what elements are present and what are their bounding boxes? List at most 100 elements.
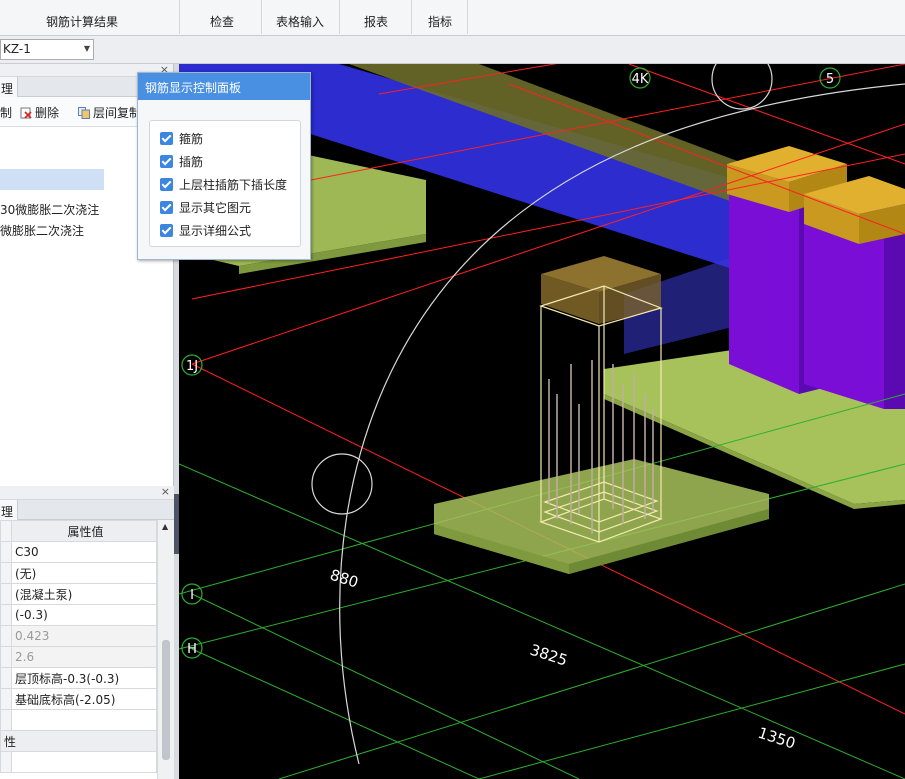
property-value[interactable] bbox=[11, 751, 157, 773]
checkbox-stirrups[interactable]: 箍筋 bbox=[160, 130, 203, 147]
options-box: 箍筋 插筋 上层柱插筋下插长度 显示其它图元 显示详细公式 bbox=[149, 120, 301, 247]
checkbox-checked-icon[interactable] bbox=[160, 201, 173, 214]
dimension-880: 880 bbox=[328, 566, 361, 592]
table-row bbox=[0, 751, 157, 773]
rebar-display-control-panel: 钢筋显示控制面板 箍筋 插筋 上层柱插筋下插长度 显示其它图元 显示详细公式 bbox=[137, 72, 311, 260]
row-stub bbox=[0, 583, 12, 605]
property-value: 2.6 bbox=[11, 646, 157, 668]
checkbox-dowels[interactable]: 插筋 bbox=[160, 153, 203, 170]
ribbon: 钢筋计算结果 检查 表格输入 报表 指标 bbox=[0, 0, 905, 36]
ribbon-group-indicators[interactable]: 指标 bbox=[412, 0, 468, 34]
list-item[interactable]: 微膨胀二次浇注 bbox=[0, 222, 84, 239]
chevron-down-icon: ▼ bbox=[83, 44, 90, 53]
section-label[interactable]: 性 bbox=[0, 730, 157, 752]
scroll-up-icon[interactable]: ▲ bbox=[162, 522, 168, 531]
tab-label: 理 bbox=[1, 505, 14, 519]
table-header-row: 属性值 bbox=[0, 520, 157, 542]
properties-panel: × 理 属性值 C30 (无) (混凝土泵) (-0.3) 0.423 2.6 … bbox=[0, 485, 174, 779]
column-header-value: 属性值 bbox=[11, 520, 157, 542]
close-icon[interactable]: × bbox=[161, 485, 170, 498]
checkbox-checked-icon[interactable] bbox=[160, 132, 173, 145]
table-row: C30 bbox=[0, 541, 157, 563]
component-select-value: KZ-1 bbox=[3, 42, 31, 56]
ribbon-label-table-input: 表格输入 bbox=[276, 15, 325, 29]
axis-label-1j: 1J bbox=[181, 354, 203, 376]
tab-label: 理 bbox=[1, 82, 14, 96]
component-select[interactable]: KZ-1 ▼ bbox=[0, 39, 94, 60]
ribbon-group-rebar-results[interactable]: 钢筋计算结果 bbox=[0, 0, 180, 34]
dimension-3825: 3825 bbox=[528, 641, 570, 670]
ribbon-label-check: 检查 bbox=[210, 15, 235, 29]
property-value[interactable]: (-0.3) bbox=[11, 604, 157, 626]
ribbon-label-indicators: 指标 bbox=[428, 15, 453, 29]
property-value[interactable] bbox=[11, 709, 157, 731]
row-stub bbox=[0, 604, 12, 626]
axis-label-4k: 4K bbox=[629, 67, 651, 89]
copy-between-floors-button[interactable]: 层间复制 bbox=[78, 104, 141, 121]
table-row: 基础底标高(-2.05) bbox=[0, 688, 157, 710]
checkbox-label: 上层柱插筋下插长度 bbox=[179, 178, 288, 192]
copy-icon bbox=[78, 107, 90, 119]
property-value: 0.423 bbox=[11, 625, 157, 647]
delete-button[interactable]: 删除 bbox=[20, 104, 59, 121]
checkbox-label: 显示详细公式 bbox=[179, 224, 252, 238]
panel-title[interactable]: 钢筋显示控制面板 bbox=[138, 73, 310, 100]
panel-header: × bbox=[0, 485, 174, 500]
row-stub bbox=[0, 562, 12, 584]
table-row: (混凝土泵) bbox=[0, 583, 157, 605]
row-stub bbox=[0, 709, 12, 731]
checkbox-checked-icon[interactable] bbox=[160, 178, 173, 191]
row-number-header bbox=[0, 520, 12, 542]
dimension-1350: 1350 bbox=[756, 724, 798, 753]
table-row: 0.423 bbox=[0, 625, 157, 647]
checkbox-checked-icon[interactable] bbox=[160, 224, 173, 237]
property-value[interactable]: (混凝土泵) bbox=[11, 583, 157, 605]
row-stub bbox=[0, 625, 12, 647]
property-value[interactable]: (无) bbox=[11, 562, 157, 584]
table-row: 层顶标高-0.3(-0.3) bbox=[0, 667, 157, 689]
checkbox-show-detailed-formula[interactable]: 显示详细公式 bbox=[160, 222, 251, 239]
grid-circle bbox=[311, 453, 373, 515]
ribbon-group-reports[interactable]: 报表 bbox=[340, 0, 412, 34]
property-value[interactable]: 层顶标高-0.3(-0.3) bbox=[11, 667, 157, 689]
properties-scrollbar[interactable]: ▲ bbox=[157, 520, 174, 779]
delete-icon bbox=[20, 107, 32, 119]
checkbox-label: 插筋 bbox=[179, 155, 204, 169]
toolbar-item-create-label: 制 bbox=[0, 106, 13, 120]
table-row: 2.6 bbox=[0, 646, 157, 668]
section-row: 性 bbox=[0, 730, 157, 752]
row-stub bbox=[0, 688, 12, 710]
ribbon-label-rebar-results: 钢筋计算结果 bbox=[46, 15, 119, 29]
table-row: (-0.3) bbox=[0, 604, 157, 626]
checkbox-upper-column-dowel-length[interactable]: 上层柱插筋下插长度 bbox=[160, 176, 287, 193]
selector-bar: KZ-1 ▼ bbox=[0, 36, 905, 64]
property-value[interactable]: C30 bbox=[11, 541, 157, 563]
table-row bbox=[0, 709, 157, 731]
tree-selected-row[interactable] bbox=[0, 169, 104, 190]
grid-circle bbox=[711, 64, 773, 110]
tab-management[interactable]: 理 bbox=[0, 500, 18, 520]
scrollbar-thumb[interactable] bbox=[162, 640, 170, 760]
row-stub bbox=[0, 667, 12, 689]
axis-label-i: I bbox=[181, 583, 203, 605]
checkbox-checked-icon[interactable] bbox=[160, 155, 173, 168]
checkbox-label: 箍筋 bbox=[179, 132, 204, 146]
svg-text:5: 5 bbox=[826, 72, 834, 87]
ribbon-group-table-input[interactable]: 表格输入 bbox=[262, 0, 340, 34]
checkbox-show-other-elements[interactable]: 显示其它图元 bbox=[160, 199, 251, 216]
ribbon-group-check[interactable]: 检查 bbox=[180, 0, 262, 34]
checkbox-label: 显示其它图元 bbox=[179, 201, 252, 215]
axis-label-h: H bbox=[181, 637, 203, 659]
row-stub bbox=[0, 541, 12, 563]
row-stub bbox=[0, 646, 12, 668]
toolbar-item-create[interactable]: 制 bbox=[0, 104, 12, 121]
table-row: (无) bbox=[0, 562, 157, 584]
svg-text:1J: 1J bbox=[186, 359, 198, 374]
property-value[interactable]: 基础底标高(-2.05) bbox=[11, 688, 157, 710]
row-stub bbox=[0, 751, 12, 773]
list-item[interactable]: 30微膨胀二次浇注 bbox=[0, 201, 99, 218]
tab-management[interactable]: 理 bbox=[0, 77, 18, 97]
properties-table: 属性值 C30 (无) (混凝土泵) (-0.3) 0.423 2.6 层顶标高… bbox=[0, 520, 157, 773]
svg-text:I: I bbox=[190, 588, 194, 603]
svg-text:H: H bbox=[187, 642, 197, 657]
